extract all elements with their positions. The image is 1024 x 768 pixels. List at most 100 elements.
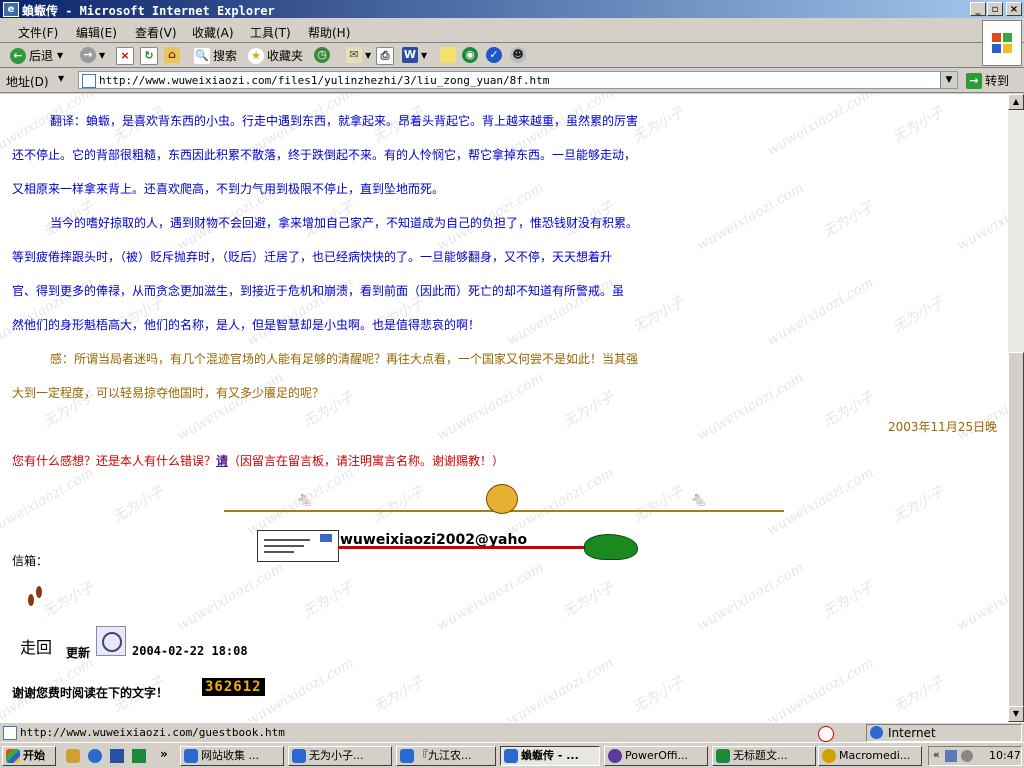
quicklaunch-ie-icon[interactable] [88,749,102,763]
task-label: 『九江农... [417,749,472,762]
vertical-scrollbar[interactable]: ▲ ▼ [1008,94,1024,722]
article-date: 2003年11月25日晚 [888,420,998,434]
check-icon: ✓ [486,47,502,63]
page-content: wuweixiaozi.com 无为小子 wuweixiaozi.com 无为小子 wu… [0,94,1008,722]
quicklaunch-excel-icon[interactable] [132,749,146,763]
home-icon: ⌂ [164,47,180,63]
task-label: PowerOffi... [625,749,689,762]
quicklaunch-word-icon[interactable] [110,749,124,763]
popup-blocker-icon[interactable] [818,726,834,742]
mailbox-label: 信箱： [12,554,49,568]
task-button[interactable]: 无标题文... [712,746,816,766]
thanks-text: 谢谢您费时阅读在下的文字！ [12,686,169,700]
comment-line: 大到一定程度，可以轻易掠夺他国时，有又多少餍足的呢？ [12,386,325,400]
watermark-text: wuweixiaozi.com [174,369,287,445]
clock-icon [96,626,126,656]
history-icon: ◷ [314,47,330,63]
frog-icon [584,534,638,560]
system-tray: « 10:47 [928,746,1022,766]
watermark-text: 无为小子 [630,483,687,526]
maximize-button[interactable]: ▫ [987,2,1003,16]
quicklaunch-icon[interactable] [66,749,80,763]
watermark-text: 无为小子 [560,578,617,621]
quicklaunch-more-icon[interactable]: » [160,747,168,761]
menu-view[interactable]: 查看(V) [135,24,177,41]
task-button[interactable]: 『九江农... [396,746,496,766]
watermark-text: 无为小子 [110,483,167,526]
ie-icon: e [3,2,19,17]
task-label: 蝜蝂传 - ... [521,749,579,762]
tray-clock[interactable]: 10:47 [989,749,1021,762]
volume-icon[interactable] [961,750,973,762]
task-button[interactable]: PowerOffi... [604,746,708,766]
article-line: 等到疲倦摔跟头时，（被）贬斥抛弃时，（贬后）迁居了，也已经病快快的了。一旦能够翻… [12,250,613,264]
watermark-text: 无为小子 [560,388,617,431]
page-icon [3,726,17,740]
watermark-text: wuweixiaozi.com [694,179,807,255]
menu-tools[interactable]: 工具(T) [250,24,291,41]
go-label: 转到 [985,74,1010,88]
favorites-button[interactable]: ★ 收藏夹 [248,47,303,64]
menu-favorites[interactable]: 收藏(A) [192,24,234,41]
mail-button[interactable]: ✉ ▼ [346,47,371,63]
mouse-icon: 🐁 [296,492,314,508]
address-input[interactable]: http://www.wuweixiaozi.com/files1/yulinz… [78,71,958,89]
address-chevron-icon[interactable]: ▼ [58,74,64,83]
start-button[interactable]: 开始 [2,746,56,766]
minimize-button[interactable]: _ [970,2,986,16]
qq-button[interactable]: ✓ [486,47,505,63]
tray-expand-icon[interactable]: « [933,748,940,761]
guestbook-link[interactable]: 请 [216,454,228,468]
comment-line: 感：所谓当局者迷吗，有几个混迹官场的人能有足够的清醒呢？再往大点看，一个国家又何… [50,352,639,366]
forward-button[interactable]: → ▼ [80,47,105,63]
back-link[interactable]: 走回 [20,634,52,658]
go-button[interactable]: → 转到 [966,72,1009,89]
star-icon: ★ [248,47,264,64]
messenger-button[interactable]: ◉ [462,47,481,63]
history-button[interactable]: ◷ [314,47,333,63]
toolbar: ← 后退 ▼ → ▼ × ↻ ⌂ 🔍 搜索 ★ 收藏夹 ◷ ✉ ▼ ⎙ W ▼ ◉ ✓ ☻ [0,44,1024,68]
status-url: http://www.wuweixiaozi.com/guestbook.htm [20,726,285,739]
person-icon: ☻ [510,47,526,63]
back-button[interactable]: ← 后退 ▼ [10,47,63,64]
scroll-down-button[interactable]: ▼ [1008,706,1024,722]
home-button[interactable]: ⌂ [164,47,183,63]
note-icon [440,47,456,63]
address-dropdown-icon[interactable]: ▼ [940,72,957,88]
internet-zone-icon [870,726,883,739]
watermark-text: wuweixiaozi.com [174,559,287,635]
menu-edit[interactable]: 编辑(E) [76,24,117,41]
search-label: 搜索 [213,49,238,63]
search-icon: 🔍 [194,47,210,64]
task-button[interactable]: Macromedi... [818,746,922,766]
menu-file[interactable]: 文件(F) [18,24,58,41]
watermark-text: wuweixiaozi.com [764,464,877,540]
task-button-active[interactable]: 蝜蝂传 - ... [500,746,600,766]
discuss-button[interactable] [440,47,459,63]
status-bar: http://www.wuweixiaozi.com/guestbook.htm… [0,722,1024,742]
network-icon[interactable] [945,750,957,762]
close-button[interactable]: × [1006,2,1022,16]
watermark-text: wuweixiaozi.com [504,654,617,722]
task-button[interactable]: 网站收集 ... [180,746,284,766]
stop-button[interactable]: × [116,47,137,65]
globe-icon: ◉ [462,47,478,63]
forward-arrow-icon: → [80,47,96,63]
update-timestamp: 2004-02-22 18:08 [132,644,248,658]
address-url: http://www.wuweixiaozi.com/files1/yulinz… [99,74,550,87]
menu-help[interactable]: 帮助(H) [308,24,350,41]
edit-word-button[interactable]: W ▼ [402,47,427,63]
feedback-line: 您有什么感想？还是本人有什么错误？请（因留言在留言板，请注明寓言名称。谢谢赐教！… [12,452,504,469]
search-button[interactable]: 🔍 搜索 [194,47,237,64]
window-title: 蝜蝂传 - Microsoft Internet Explorer [22,4,275,18]
task-button[interactable]: 无为小子... [288,746,392,766]
visit-counter: 362612 [202,678,265,696]
print-button[interactable]: ⎙ [376,47,397,65]
envelope-icon [257,530,339,562]
user-button[interactable]: ☻ [510,47,529,63]
scroll-thumb[interactable] [1008,352,1024,708]
taskbar: 开始 » 网站收集 ... 无为小子... 『九江农... 蝜蝂传 - ... … [0,742,1024,768]
watermark-text: wuweixiaozi.com [954,179,1008,255]
refresh-button[interactable]: ↻ [140,47,161,65]
scroll-up-button[interactable]: ▲ [1008,94,1024,110]
